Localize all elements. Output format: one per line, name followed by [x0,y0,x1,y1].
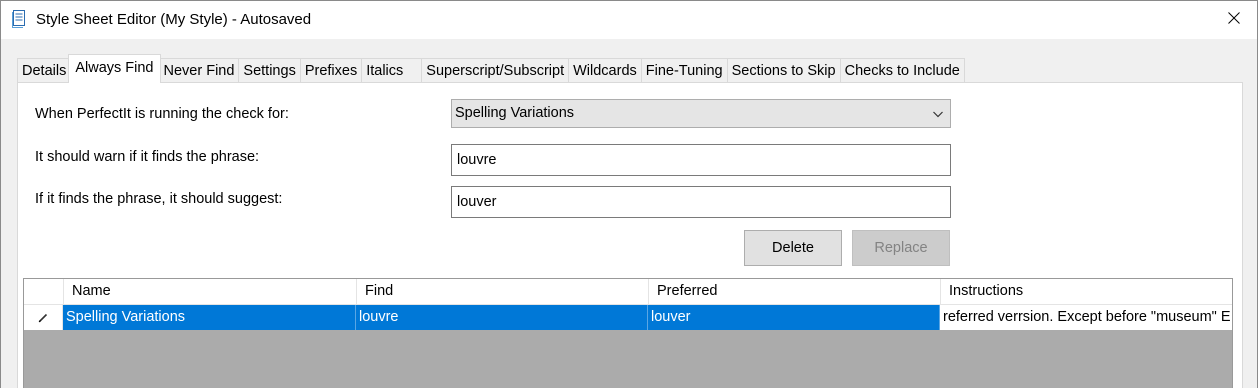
tab-checks-to-include[interactable]: Checks to Include [839,58,965,83]
tab-prefixes[interactable]: Prefixes [299,58,363,83]
delete-button[interactable]: Delete [744,230,842,266]
replace-button[interactable]: Replace [852,230,950,266]
tab-sections-to-skip[interactable]: Sections to Skip [726,58,841,83]
style-sheet-editor-window: Style Sheet Editor (My Style) - Autosave… [0,0,1258,388]
document-icon [12,10,26,28]
column-header-name[interactable]: Name [64,279,357,305]
title-bar: Style Sheet Editor (My Style) - Autosave… [1,1,1257,39]
close-icon [1228,12,1240,28]
grid-header: Name Find Preferred Instructions [24,279,1232,305]
close-button[interactable] [1211,1,1257,39]
window-title: Style Sheet Editor (My Style) - Autosave… [36,11,312,28]
column-header-find[interactable]: Find [357,279,649,305]
column-header-preferred[interactable]: Preferred [649,279,941,305]
tab-superscript-subscript[interactable]: Superscript/Subscript [421,58,570,83]
column-header-instructions[interactable]: Instructions [941,279,1232,305]
edit-pencil-icon [24,305,63,330]
check-select[interactable]: Spelling Variations [451,99,951,128]
phrase-label: It should warn if it finds the phrase: [35,149,260,165]
check-label: When PerfectIt is running the check for: [35,106,289,122]
tab-italics[interactable]: Italics [361,58,423,83]
tab-settings[interactable]: Settings [238,58,301,83]
tab-always-find[interactable]: Always Find [68,54,161,83]
cell-instructions[interactable]: referred verrsion. Except before "museum… [940,305,1232,330]
tab-details[interactable]: Details [17,58,72,83]
row-header-corner [24,279,64,305]
always-find-panel: When PerfectIt is running the check for:… [17,82,1243,388]
tab-never-find[interactable]: Never Find [158,58,240,83]
suggest-label: If it finds the phrase, it should sugges… [35,191,283,207]
cell-name[interactable]: Spelling Variations [63,305,356,330]
cell-find[interactable]: louvre [356,305,648,330]
phrase-input[interactable] [451,144,951,176]
tab-strip: Details Always Find Never Find Settings … [17,54,965,83]
suggest-input[interactable] [451,186,951,218]
tab-fine-tuning[interactable]: Fine-Tuning [640,58,728,83]
check-select-value: Spelling Variations [455,105,575,121]
table-row[interactable]: Spelling Variations louvre louver referr… [24,305,1232,330]
cell-preferred[interactable]: louver [648,305,940,330]
tab-wildcards[interactable]: Wildcards [568,58,642,83]
chevron-down-icon [932,108,944,120]
entries-grid[interactable]: Name Find Preferred Instructions Spellin… [23,278,1233,388]
